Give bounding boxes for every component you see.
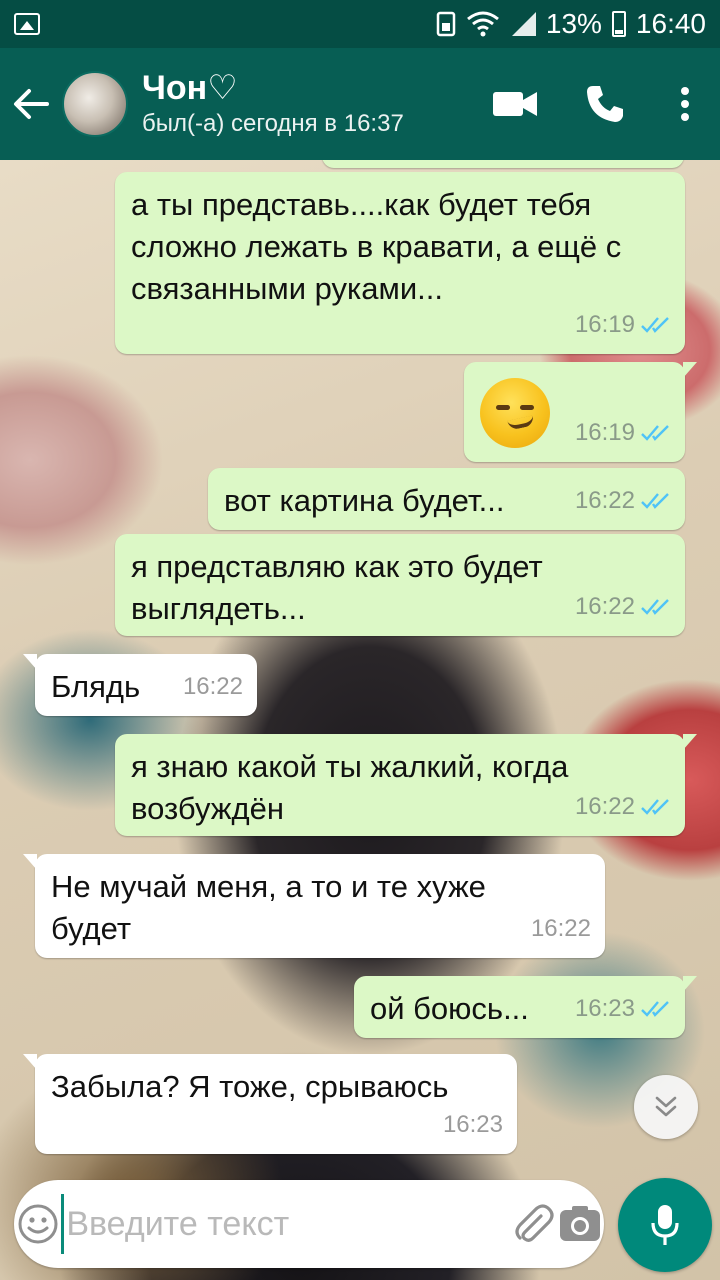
message-time: 16:19 (574, 311, 635, 338)
message-meta: 16:23 (443, 1104, 503, 1146)
message-bubble-outgoing[interactable]: я представляю как это будет выглядеть...… (115, 534, 685, 636)
message-text: Забыла? Я тоже, срываюсь (51, 1069, 449, 1104)
voice-call-button[interactable] (560, 48, 650, 160)
read-ticks-icon (641, 798, 671, 816)
status-bar: 13% 16:40 (0, 0, 720, 48)
message-meta: 16:23 (575, 988, 671, 1030)
message-list[interactable]: а ты представь....как будет тебя сложно … (0, 160, 720, 1170)
battery-icon (611, 11, 626, 37)
emoji-eye (520, 405, 534, 410)
attach-button[interactable] (509, 1180, 556, 1268)
message-meta: 16:22 (575, 786, 671, 828)
last-seen-status: был(-а) сегодня в 16:37 (142, 110, 404, 137)
message-bubble-partial (322, 160, 684, 168)
voice-message-button[interactable] (618, 1178, 712, 1272)
message-text: Не мучай меня, а то и те хуже будет (51, 869, 486, 946)
paperclip-icon (515, 1204, 554, 1242)
emoji-mouth (507, 415, 535, 431)
read-ticks-icon (641, 1000, 671, 1018)
back-button[interactable] (0, 48, 62, 160)
message-bubble-incoming[interactable]: Забыла? Я тоже, срываюсь 16:23 (23, 1054, 517, 1154)
message-composer (14, 1180, 604, 1268)
message-input[interactable] (61, 1194, 510, 1254)
message-meta: 16:22 (531, 908, 591, 950)
message-text: я представляю как это будет выглядеть... (131, 549, 543, 626)
double-chevron-down-icon (655, 1096, 677, 1117)
read-ticks-icon (641, 424, 671, 442)
message-bubble-incoming[interactable]: Не мучай меня, а то и те хуже будет 16:2… (23, 854, 605, 958)
message-bubble-outgoing[interactable]: 16:19 (464, 362, 697, 462)
read-ticks-icon (641, 316, 671, 334)
message-meta: 16:19 (575, 304, 671, 346)
message-meta: 16:22 (183, 666, 243, 708)
message-bubble-outgoing[interactable]: я знаю какой ты жалкий, когда возбуждён … (115, 734, 697, 836)
phone-icon (587, 86, 623, 122)
message-meta: 16:22 (575, 586, 671, 628)
video-camera-icon (493, 92, 537, 116)
smirking-face-emoji (480, 378, 550, 448)
camera-button[interactable] (557, 1180, 604, 1268)
message-bubble-outgoing[interactable]: вот картина будет... 16:22 (208, 468, 685, 530)
video-call-button[interactable] (470, 48, 560, 160)
read-ticks-icon (641, 598, 671, 616)
message-meta: 16:19 (575, 412, 671, 454)
message-text: а ты представь....как будет тебя сложно … (131, 187, 622, 306)
message-time: 16:22 (574, 593, 635, 620)
message-time: 16:19 (574, 419, 635, 446)
contact-info[interactable]: Чон♡ был(-а) сегодня в 16:37 (142, 68, 470, 140)
message-time: 16:23 (442, 1111, 503, 1138)
signal-icon (510, 12, 536, 36)
gallery-notification-icon (14, 13, 40, 35)
message-text: я знаю какой ты жалкий, когда возбуждён (131, 749, 569, 826)
message-time: 16:22 (530, 915, 591, 942)
message-time: 16:22 (574, 793, 635, 820)
read-ticks-icon (641, 492, 671, 510)
message-bubble-outgoing[interactable]: а ты представь....как будет тебя сложно … (115, 172, 685, 354)
message-meta: 16:22 (575, 480, 671, 522)
more-vertical-icon (681, 87, 689, 121)
message-bubble-outgoing[interactable]: ой боюсь... 16:23 (354, 976, 697, 1038)
microphone-icon (651, 1205, 679, 1245)
sim-icon (436, 11, 456, 37)
smiley-icon (18, 1204, 58, 1244)
battery-percent: 13% (545, 8, 602, 39)
message-time: 16:23 (574, 995, 635, 1022)
wifi-icon (466, 11, 499, 37)
message-time: 16:22 (574, 487, 635, 514)
more-options-button[interactable] (650, 48, 720, 160)
camera-icon (560, 1206, 601, 1241)
scroll-to-bottom-button[interactable] (634, 1075, 698, 1139)
message-bubble-incoming[interactable]: Блядь 16:22 (23, 654, 257, 716)
clock: 16:40 (635, 8, 706, 39)
contact-name: Чон♡ (142, 69, 238, 107)
message-time: 16:22 (182, 673, 243, 700)
emoji-eye (496, 405, 510, 410)
avatar[interactable] (62, 71, 128, 137)
emoji-button[interactable] (14, 1180, 61, 1268)
chat-header: Чон♡ был(-а) сегодня в 16:37 (0, 48, 720, 160)
arrow-left-icon (14, 89, 49, 119)
